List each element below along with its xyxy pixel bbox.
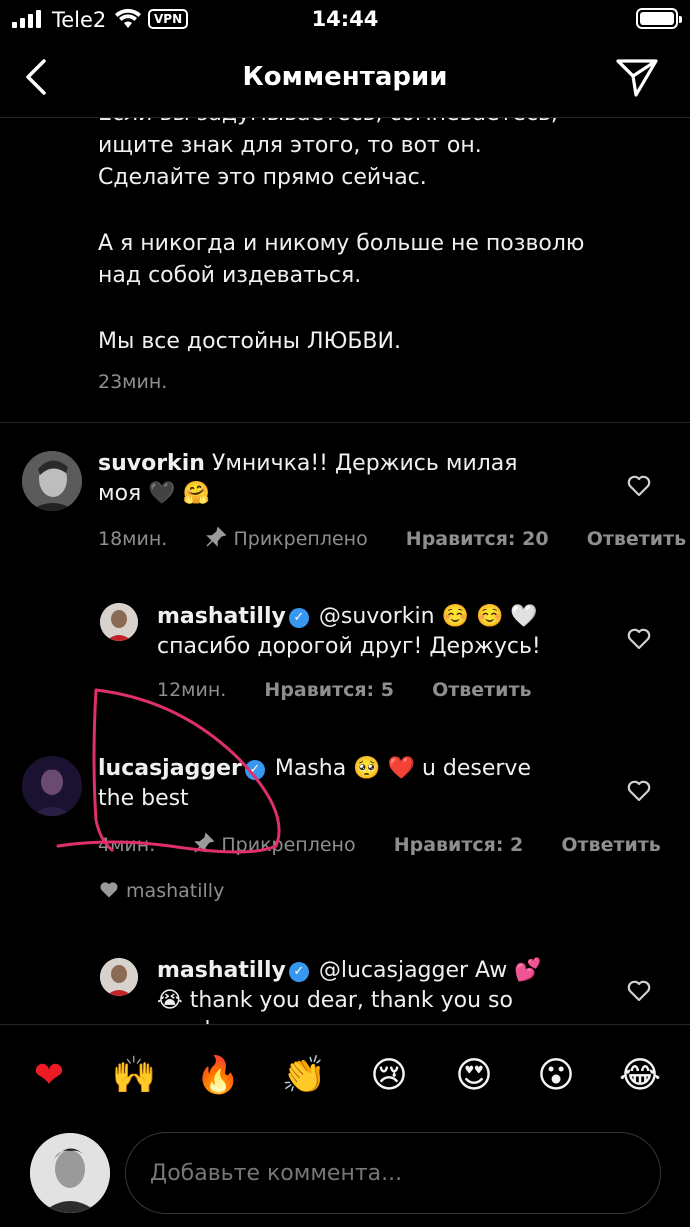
likes-count[interactable]: Нравится: 5: [264, 679, 394, 701]
comment-body: спасибо дорогой друг! Держусь!: [157, 634, 541, 659]
pinned-label: Прикреплено: [233, 528, 368, 550]
post-time: 23мин.: [98, 371, 168, 393]
like-heart-icon[interactable]: [626, 779, 652, 803]
reply-link[interactable]: Ответить: [587, 528, 686, 550]
laughing-emoji[interactable]: 😂: [615, 1051, 665, 1101]
comment-input[interactable]: [125, 1132, 661, 1214]
post-caption: Если вы задумываетесь, сомневаетесь, ищи…: [98, 118, 638, 392]
heart-emoji[interactable]: ❤: [24, 1051, 74, 1101]
comment-meta: 18мин. Прикреплено Нравится: 20 Ответить: [98, 526, 686, 550]
pin-icon: [206, 526, 227, 547]
person-avatar-icon: [100, 958, 138, 996]
like-heart-icon[interactable]: [626, 474, 652, 498]
comment-text: mashatilly ✓ @lucasjagger Aw 💕 😭 thank yo…: [157, 956, 597, 1024]
person-avatar-icon: [100, 603, 138, 641]
comment-body: the best: [98, 786, 189, 811]
status-time: 14:44: [311, 7, 379, 31]
avatar[interactable]: [22, 451, 82, 511]
comment-username[interactable]: mashatilly: [157, 958, 286, 983]
comment-meta: 12мин. Нравится: 5 Ответить: [157, 679, 532, 701]
like-heart-icon[interactable]: [626, 979, 652, 1003]
reply-link[interactable]: Ответить: [432, 679, 531, 701]
like-heart-icon[interactable]: [626, 627, 652, 651]
person-avatar-icon: [22, 451, 82, 511]
comment-text: lucasjagger ✓ Masha 🥺 ❤️ u deserve the be…: [98, 754, 578, 814]
filled-heart-icon: [100, 882, 118, 898]
fire-emoji[interactable]: 🔥: [193, 1051, 243, 1101]
comment-username[interactable]: suvorkin: [98, 451, 205, 476]
comment-body: @suvorkin ☺️ ☺️ 🤍: [318, 604, 538, 629]
person-avatar-icon: [22, 756, 82, 816]
page-title: Комментарии: [242, 62, 448, 92]
comment-body: Умничка!! Держись милая: [211, 451, 518, 476]
divider: [0, 422, 690, 423]
comment-text: suvorkin Умничка!! Держись милая моя 🖤 🤗: [98, 449, 578, 509]
caption-line: над собой издеваться.: [98, 263, 362, 288]
avatar[interactable]: [100, 603, 138, 641]
surprised-emoji[interactable]: 😮: [531, 1051, 581, 1101]
comment-username[interactable]: lucasjagger: [98, 756, 242, 781]
emoji-reaction-bar: ❤ 🙌 🔥 👏 😢 😍 😮 😂: [0, 1024, 690, 1128]
comment-username[interactable]: mashatilly: [157, 604, 286, 629]
battery-icon: [636, 8, 682, 29]
crying-emoji[interactable]: 😢: [364, 1051, 414, 1101]
raised-hands-emoji[interactable]: 🙌: [109, 1051, 159, 1101]
comment-text: mashatilly ✓ @suvorkin ☺️ ☺️ 🤍 спасибо до…: [157, 602, 597, 662]
verified-badge-icon: ✓: [244, 760, 265, 780]
caption-line: ищите знак для этого, то вот он.: [98, 133, 482, 158]
caption-line: Если вы задумываетесь, сомневаетесь,: [98, 118, 558, 126]
likes-count[interactable]: Нравится: 20: [406, 528, 549, 550]
caption-line: А я никогда и никому больше не позволю: [98, 231, 585, 256]
avatar[interactable]: [100, 958, 138, 996]
pin-icon: [194, 832, 215, 853]
comment-body: @lucasjagger Aw 💕: [318, 958, 542, 983]
avatar[interactable]: [22, 756, 82, 816]
comments-scroll[interactable]: Если вы задумываетесь, сомневаетесь, ищи…: [0, 118, 690, 1024]
comment-time: 4мин.: [98, 834, 156, 856]
clapping-emoji[interactable]: 👏: [279, 1051, 329, 1101]
header: Комментарии: [0, 40, 690, 118]
person-avatar-icon: [30, 1133, 110, 1213]
liked-by-user: mashatilly: [126, 880, 225, 902]
caption-line: Сделайте это прямо сейчас.: [98, 165, 427, 190]
my-avatar: [30, 1133, 110, 1213]
status-bar: Tele2 VPN 14:44: [0, 0, 690, 40]
comment-time: 18мин.: [98, 528, 168, 550]
comment-time: 12мин.: [157, 679, 227, 701]
pinned-label: Прикреплено: [221, 834, 356, 856]
direct-send-icon[interactable]: [614, 56, 660, 98]
liked-by-creator: mashatilly: [98, 880, 224, 902]
comment-body: 😭 thank you dear, thank you so: [157, 988, 513, 1013]
comment-body: моя 🖤 🤗: [98, 481, 211, 506]
comment-meta: 4мин. Прикреплено Нравится: 2 Ответить: [98, 832, 661, 856]
likes-count[interactable]: Нравится: 2: [394, 834, 524, 856]
comment-body: Masha 🥺 ❤️ u deserve: [274, 756, 531, 781]
reply-link[interactable]: Ответить: [561, 834, 660, 856]
heart-eyes-emoji[interactable]: 😍: [449, 1051, 499, 1101]
verified-badge-icon: ✓: [288, 608, 309, 628]
verified-badge-icon: ✓: [288, 962, 309, 982]
comment-input-bar: [0, 1128, 690, 1227]
caption-line: Мы все достойны ЛЮБВИ.: [98, 329, 401, 354]
